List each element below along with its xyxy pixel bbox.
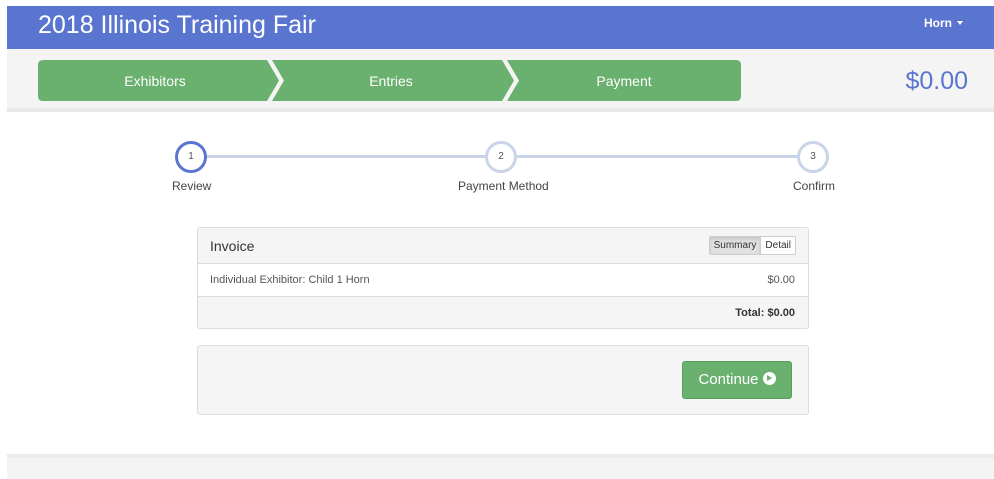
user-menu[interactable]: Horn [924, 16, 963, 30]
summary-view-button[interactable]: Summary [709, 237, 762, 254]
continue-label: Continue [698, 371, 759, 388]
invoice-title: Invoice [210, 238, 255, 254]
invoice-panel: Invoice Summary Detail Individual Exhibi… [197, 227, 809, 329]
caret-down-icon [957, 21, 963, 25]
cart-step-bar: Exhibitors Entries Payment $0.00 [7, 49, 994, 112]
invoice-line-item: Individual Exhibitor: Child 1 Horn $0.00 [198, 264, 808, 297]
invoice-total-row: Total: $0.00 [198, 297, 808, 328]
progress-step-review-label: Review [172, 179, 212, 193]
cart-total: $0.00 [905, 67, 968, 95]
progress-step-payment-method-label: Payment Method [458, 179, 549, 193]
user-name: Horn [924, 16, 952, 30]
action-panel: Continue [197, 345, 809, 415]
progress-step-payment-method-circle: 2 [485, 141, 517, 173]
top-navbar: 2018 Illinois Training Fair Horn [7, 6, 994, 49]
footer-bar [7, 454, 994, 479]
step-entries[interactable]: Entries [309, 73, 473, 89]
progress-line-2 [517, 155, 798, 158]
arrow-circle-right-icon [762, 372, 776, 385]
app-title[interactable]: 2018 Illinois Training Fair [38, 10, 316, 40]
invoice-total: Total: $0.00 [735, 307, 795, 319]
step-payment[interactable]: Payment [542, 73, 706, 89]
line-item-description: Individual Exhibitor: Child 1 Horn [210, 274, 370, 286]
continue-button[interactable]: Continue [682, 361, 792, 399]
detail-view-button[interactable]: Detail [761, 237, 795, 254]
progress-line-1 [206, 155, 487, 158]
progress-step-confirm-label: Confirm [793, 179, 836, 193]
line-item-amount: $0.00 [767, 274, 795, 286]
invoice-view-toggle: Summary Detail [708, 236, 796, 255]
invoice-header: Invoice Summary Detail [198, 228, 808, 264]
step-exhibitors[interactable]: Exhibitors [73, 73, 237, 89]
progress-step-confirm-circle: 3 [797, 141, 829, 173]
progress-step-review-circle: 1 [175, 141, 207, 173]
